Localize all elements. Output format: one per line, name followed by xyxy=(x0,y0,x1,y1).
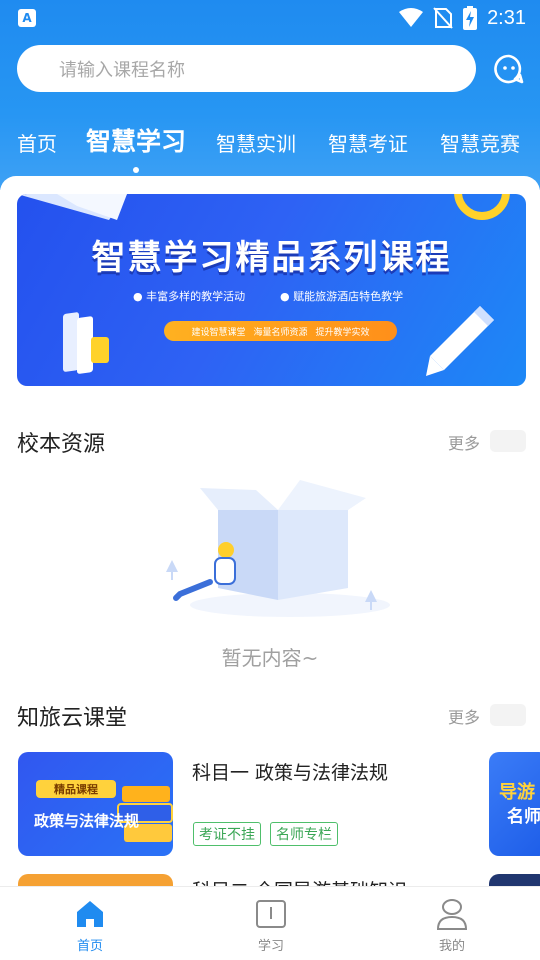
course-tag: 名师专栏 xyxy=(270,822,338,846)
message-icon[interactable] xyxy=(494,54,524,84)
nav-home[interactable]: 首页 xyxy=(30,887,150,960)
pencil-illustration xyxy=(426,306,494,376)
bottom-navigation: 首页 学习 我的 xyxy=(0,886,540,960)
battery-charging-icon xyxy=(463,6,478,30)
nav-profile[interactable]: 我的 xyxy=(392,887,512,960)
more-arrow-box[interactable] xyxy=(490,430,526,452)
tab-smart-training[interactable]: 智慧实训 xyxy=(216,128,296,157)
nav-home-label: 首页 xyxy=(76,939,103,954)
section-title-cloud-classroom: 知旅云课堂 xyxy=(17,706,128,731)
banner-bullet-1: ● 丰富多样的教学活动 xyxy=(133,290,246,303)
banner-pill-item-1: 建设智慧课堂 xyxy=(191,327,246,338)
nav-study[interactable]: 学习 xyxy=(211,887,331,960)
course-thumbnail[interactable]: 精品课程 政策与法律法规 xyxy=(18,752,173,856)
banner-title: 智慧学习精品系列课程 xyxy=(91,238,452,278)
course-thumb-title: 政策与法律法规 xyxy=(34,812,140,830)
banner-pill-item-2: 海量名师资源 xyxy=(253,327,308,338)
course-badge: 精品课程 xyxy=(36,780,116,798)
tab-home[interactable]: 首页 xyxy=(17,128,57,157)
tab-smart-learning[interactable]: 智慧学习 xyxy=(86,122,186,158)
ring-illustration xyxy=(454,194,510,220)
cards-illustration xyxy=(63,312,109,374)
empty-state-text: 暂无内容~ xyxy=(221,646,319,670)
search-input[interactable]: 请输入课程名称 xyxy=(17,45,476,92)
more-link-cloud-classroom[interactable]: 更多 xyxy=(448,704,480,728)
category-tabs: 首页 智慧学习 智慧实训 智慧考证 智慧竞赛 xyxy=(0,118,540,174)
course-peek-title-1: 导游 xyxy=(499,782,535,803)
wifi-icon xyxy=(399,8,424,27)
banner-pill-item-3: 提升教学实效 xyxy=(315,327,370,338)
empty-box-illustration xyxy=(166,480,390,617)
active-tab-indicator xyxy=(133,167,139,173)
course-tag: 考证不挂 xyxy=(193,822,261,846)
promo-banner[interactable]: 智慧学习精品系列课程 ● 丰富多样的教学活动 ● 赋能旅游酒店特色教学 建设智慧… xyxy=(17,194,526,386)
status-bar: A 2:31 xyxy=(0,0,540,36)
banner-pill: 建设智慧课堂 海量名师资源 提升教学实效 xyxy=(164,321,397,341)
home-icon xyxy=(77,901,103,927)
book-icon xyxy=(256,900,286,928)
tab-smart-certification[interactable]: 智慧考证 xyxy=(328,128,408,157)
tab-smart-competition[interactable]: 智慧竞赛 xyxy=(440,128,520,157)
course-thumbnail-peek[interactable]: 导游 名师 xyxy=(489,752,540,856)
banner-bullet-2: ● 赋能旅游酒店特色教学 xyxy=(280,290,404,303)
search-placeholder: 请输入课程名称 xyxy=(59,59,185,81)
more-arrow-box[interactable] xyxy=(490,704,526,726)
no-sim-icon xyxy=(433,7,453,29)
course-title[interactable]: 科目一 政策与法律法规 xyxy=(192,758,388,785)
nav-study-label: 学习 xyxy=(257,939,284,954)
section-title-school-resources: 校本资源 xyxy=(17,432,106,457)
clock: 2:31 xyxy=(487,6,526,29)
nav-profile-label: 我的 xyxy=(438,939,465,954)
user-icon xyxy=(436,899,468,930)
more-link-school-resources[interactable]: 更多 xyxy=(448,430,480,454)
app-notification-icon: A xyxy=(18,9,36,27)
status-icons: 2:31 xyxy=(399,6,526,30)
course-peek-title-2: 名师 xyxy=(507,807,540,827)
